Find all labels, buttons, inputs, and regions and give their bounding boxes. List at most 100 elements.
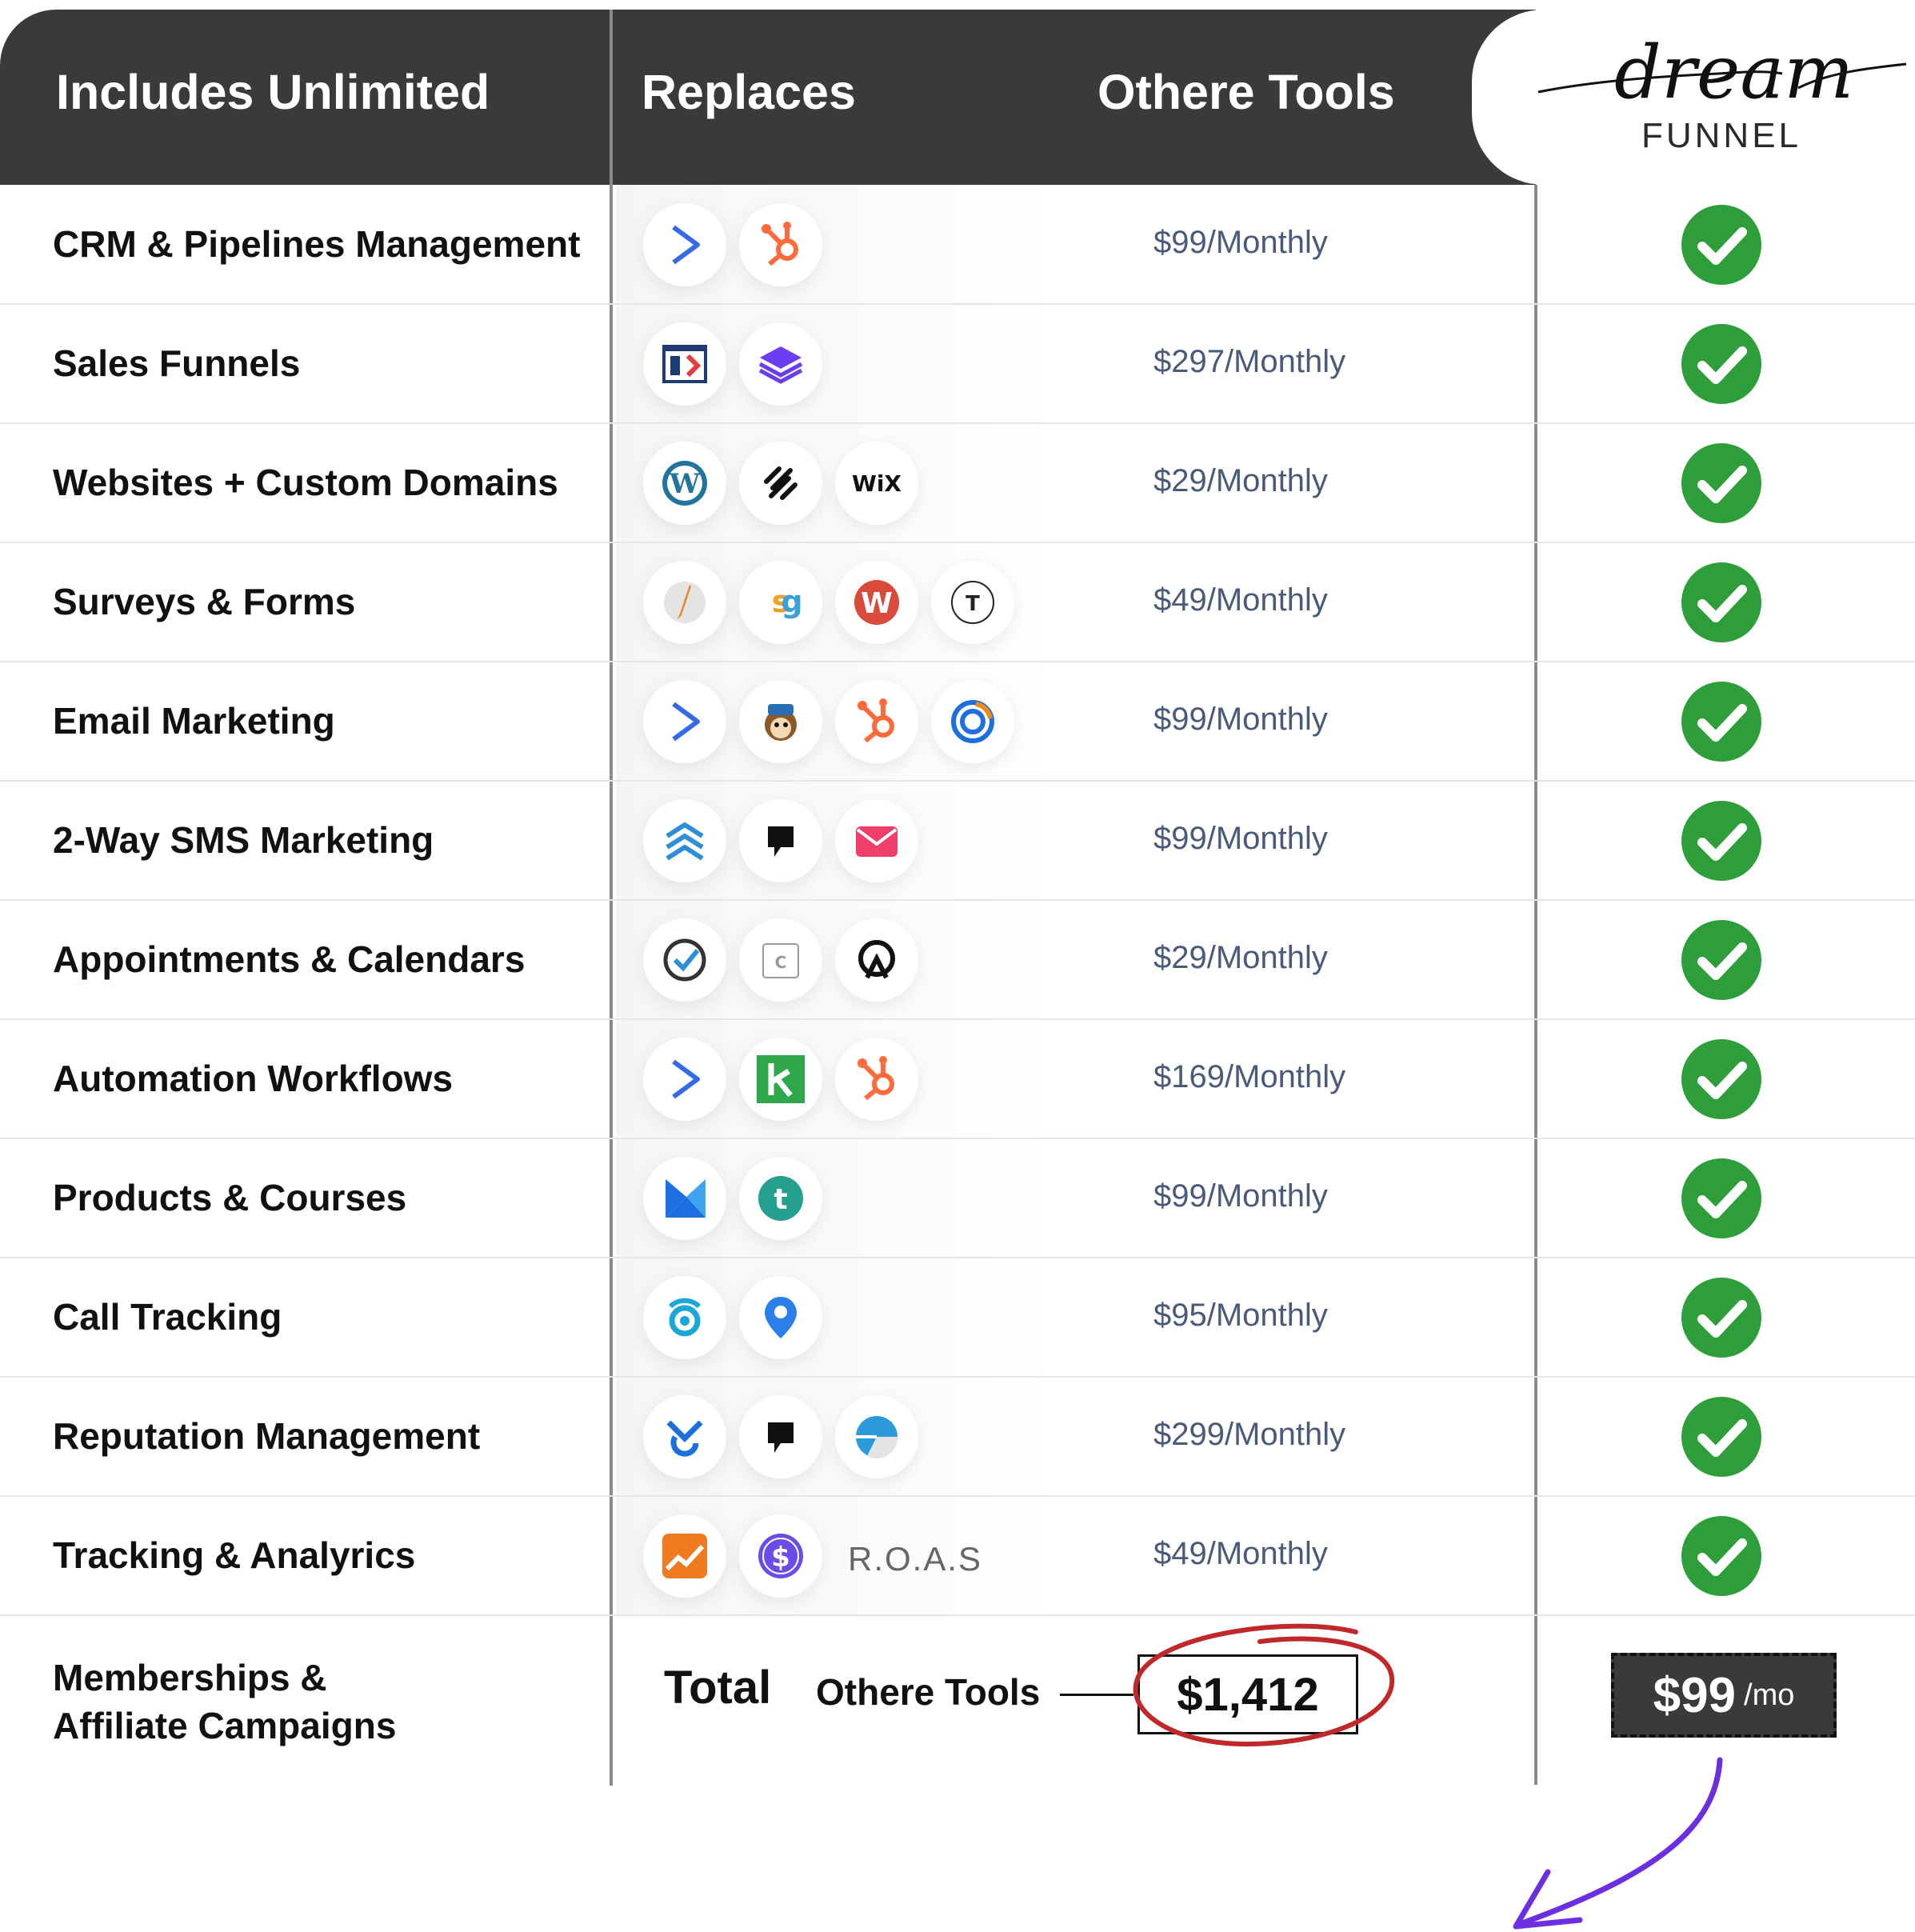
feature-label: Email Marketing — [53, 699, 335, 742]
wix-icon: WiX — [835, 441, 918, 525]
replaced-tools-icons — [643, 202, 822, 287]
replaced-tools-icons — [643, 1394, 918, 1479]
hubspot-icon — [835, 1037, 918, 1121]
typeform-icon: T — [931, 560, 1014, 644]
tool-price: $297/Monthly — [1153, 343, 1346, 379]
row-divider — [0, 1495, 1915, 1497]
replaced-tools-icons: sg W T — [643, 560, 1014, 645]
replaced-tools-icons: C — [643, 918, 918, 1002]
purple-arrow-icon — [1513, 1757, 1723, 1930]
chevrons-up-icon — [643, 798, 726, 882]
tool-price: $299/Monthly — [1153, 1416, 1346, 1452]
hubspot-icon — [739, 202, 822, 286]
svg-text:$: $ — [771, 1542, 790, 1574]
row-divider — [0, 422, 1915, 424]
green-check-icon — [1680, 799, 1763, 882]
feature-memberships: Memberships & — [53, 1657, 327, 1698]
feature-label: Reputation Management — [53, 1414, 481, 1457]
tool-price: $99/Monthly — [1153, 820, 1328, 856]
row-divider — [0, 542, 1915, 543]
svg-text:C: C — [775, 953, 787, 972]
row-divider — [0, 899, 1915, 901]
flag-icon — [739, 1394, 822, 1478]
replaced-tools-icons: t — [643, 1156, 822, 1241]
birdeye-icon — [643, 1394, 726, 1478]
tool-price: $169/Monthly — [1153, 1058, 1346, 1094]
tool-price: $95/Monthly — [1153, 1297, 1328, 1333]
price-amount: $99 — [1653, 1667, 1737, 1723]
hubspot-icon — [835, 679, 918, 763]
replaced-tools-icons — [643, 322, 822, 406]
podium-icon — [835, 1394, 918, 1478]
calendar-icon: C — [739, 918, 822, 1002]
replaced-tools-icons — [643, 679, 1014, 764]
flag-icon — [739, 798, 822, 882]
separator-left — [610, 10, 613, 1786]
activecampaign-icon — [643, 1037, 726, 1121]
green-check-icon — [1680, 1038, 1763, 1121]
tool-price: $49/Monthly — [1153, 1535, 1328, 1571]
squarespace-icon — [739, 441, 822, 525]
replaced-tools-icons — [643, 1275, 822, 1360]
feature-label: Websites + Custom Domains — [53, 461, 558, 503]
keap-icon — [739, 1037, 822, 1121]
price-unit: /mo — [1744, 1678, 1795, 1712]
wordpress-icon: W — [643, 441, 726, 525]
separator-right — [1534, 185, 1537, 1785]
svg-text:W: W — [669, 468, 701, 500]
svg-text:WiX: WiX — [852, 470, 902, 497]
analytics-icon — [643, 1514, 726, 1598]
green-check-icon — [1680, 442, 1763, 525]
activecampaign-icon — [643, 202, 726, 286]
pencil-icon — [643, 560, 726, 644]
total-label: Total — [664, 1662, 772, 1714]
callrail-icon — [643, 1275, 726, 1359]
row-divider — [0, 1018, 1915, 1020]
row-divider — [0, 661, 1915, 662]
feature-label: Automation Workflows — [53, 1057, 454, 1099]
feature-label: Appointments & Calendars — [53, 938, 526, 980]
replaced-tools-icons: W WiX — [643, 441, 918, 526]
dream-funnel-logo-script: dream — [1537, 30, 1907, 115]
row-divider — [0, 1138, 1915, 1139]
logo-funnel-text: FUNNEL — [1641, 116, 1802, 155]
activecampaign-icon — [643, 679, 726, 763]
teachable-icon: t — [739, 1156, 822, 1240]
green-check-icon — [1680, 1157, 1763, 1240]
mailchimp-icon — [739, 679, 822, 763]
layers-icon — [739, 322, 822, 406]
acuity-icon — [835, 918, 918, 1002]
row-divider — [0, 780, 1915, 782]
replaced-tools-icons — [643, 1037, 918, 1122]
feature-label: Products & Courses — [53, 1176, 407, 1218]
green-check-icon — [1680, 1395, 1763, 1478]
replaced-tools-icons: $ — [643, 1514, 822, 1598]
header-includes-unlimited: Includes Unlimited — [56, 65, 490, 119]
svg-text:T: T — [965, 592, 980, 616]
green-check-icon — [1680, 1514, 1763, 1598]
feature-label: Surveys & Forms — [53, 580, 356, 622]
green-check-icon — [1680, 322, 1763, 406]
green-check-icon — [1680, 1276, 1763, 1359]
tool-price: $49/Monthly — [1153, 582, 1328, 618]
tool-price: $99/Monthly — [1153, 224, 1328, 260]
svg-text:g: g — [781, 584, 802, 619]
svg-text:t: t — [774, 1183, 787, 1216]
envelope-icon — [835, 798, 918, 882]
red-circle-highlight — [1133, 1623, 1395, 1747]
clickfunnels-icon — [643, 322, 726, 406]
total-other-tools-label: Othere Tools — [816, 1671, 1041, 1713]
tool-price: $29/Monthly — [1153, 462, 1328, 498]
header-other-tools: Othere Tools — [1097, 65, 1395, 119]
replaced-tools-icons — [643, 798, 918, 883]
feature-label: CRM & Pipelines Management — [53, 222, 581, 265]
tool-price: $29/Monthly — [1153, 939, 1328, 975]
feature-label: 2-Way SMS Marketing — [53, 818, 434, 861]
tool-price: $99/Monthly — [1153, 1178, 1328, 1214]
surveygizmo-icon: sg — [739, 560, 822, 644]
dream-funnel-price-badge: $99 /mo — [1611, 1653, 1837, 1738]
tool-price: $99/Monthly — [1153, 701, 1328, 737]
phone-pin-icon — [739, 1275, 822, 1359]
dollar-icon: $ — [739, 1514, 822, 1598]
wufoo-icon: W — [835, 560, 918, 644]
